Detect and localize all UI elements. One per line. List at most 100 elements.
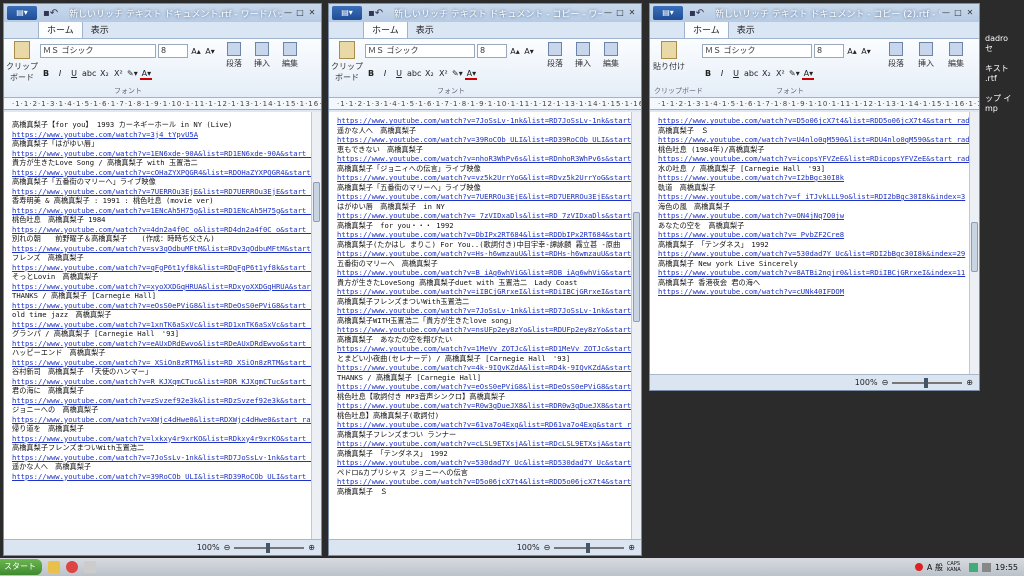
shrink-font-button[interactable]: A▾: [523, 45, 535, 58]
title-bar[interactable]: ▤▾ ▪↶ 新しいリッチ テキスト ドキュメント - コピー (2).rtf -…: [650, 4, 979, 22]
youtube-link[interactable]: https://www.youtube.com/watch?v=icopsYFV…: [658, 154, 969, 164]
maximize-icon[interactable]: □: [294, 7, 306, 19]
start-button[interactable]: スタート: [0, 559, 42, 575]
minimize-icon[interactable]: —: [940, 7, 952, 19]
youtube-link[interactable]: https://www.youtube.com/watch?v=1EN6xde-…: [12, 149, 311, 159]
zoom-in-icon[interactable]: ⊕: [966, 378, 973, 387]
strikethrough-button[interactable]: abc: [744, 67, 758, 80]
wordpad-window-2[interactable]: ▤▾ ▪↶ 新しいリッチ テキスト ドキュメント - コピー - ワードパッド …: [328, 3, 642, 556]
subscript-button[interactable]: X₂: [98, 67, 110, 80]
youtube-link[interactable]: https://www.youtube.com/watch?v=4dn2a4f0…: [12, 225, 311, 235]
vertical-scrollbar[interactable]: [311, 112, 321, 539]
youtube-link[interactable]: https://www.youtube.com/watch?v=39RoCOb_…: [12, 472, 311, 482]
zoom-slider[interactable]: [892, 377, 963, 388]
document-lines[interactable]: https://www.youtube.com/watch?v=7JoSsLv-…: [337, 116, 631, 496]
scroll-thumb[interactable]: [971, 222, 978, 272]
youtube-link[interactable]: https://www.youtube.com/watch?v=61va7o4E…: [337, 420, 631, 430]
strikethrough-button[interactable]: abc: [82, 67, 96, 80]
shrink-font-button[interactable]: A▾: [204, 45, 216, 58]
document-lines[interactable]: https://www.youtube.com/watch?v=D5o06jcX…: [658, 116, 969, 297]
close-icon[interactable]: ✕: [964, 7, 976, 19]
italic-button[interactable]: I: [716, 67, 728, 80]
italic-button[interactable]: I: [54, 67, 66, 80]
bold-button[interactable]: B: [40, 67, 52, 80]
youtube-link[interactable]: https://www.youtube.com/watch?v=iIBCjGRr…: [337, 287, 631, 297]
document-area[interactable]: https://www.youtube.com/watch?v=D5o06jcX…: [650, 112, 969, 374]
app-menu-button[interactable]: ▤▾: [7, 6, 37, 20]
font-color-icon[interactable]: A▾: [465, 67, 478, 80]
desktop-icon-labels[interactable]: dadro セ キスト .rtf ップ イ mp: [985, 34, 1012, 114]
font-size-select[interactable]: 8: [477, 44, 507, 58]
ime-indicator[interactable]: A 般: [927, 562, 943, 573]
scroll-thumb[interactable]: [313, 182, 320, 222]
vertical-scrollbar[interactable]: [969, 112, 979, 374]
paragraph-button[interactable]: 段落: [222, 42, 246, 69]
tab-view[interactable]: 表示: [729, 21, 763, 38]
youtube-link[interactable]: https://www.youtube.com/watch?v=DbIPx2RT…: [337, 230, 631, 240]
youtube-link[interactable]: https://www.youtube.com/watch?v=cOHaZYXP…: [12, 168, 311, 178]
document-area[interactable]: https://www.youtube.com/watch?v=7JoSsLv-…: [329, 112, 631, 539]
underline-button[interactable]: U: [393, 67, 405, 80]
scroll-thumb[interactable]: [633, 212, 640, 322]
bold-button[interactable]: B: [365, 67, 377, 80]
font-family-select[interactable]: ＭＳ ゴシック: [40, 44, 156, 58]
subscript-button[interactable]: X₂: [423, 67, 435, 80]
paste-button[interactable]: 貼り付け: [652, 41, 686, 72]
youtube-link[interactable]: https://www.youtube.com/watch?v=I2bBgc30…: [658, 173, 969, 183]
youtube-link[interactable]: https://www.youtube.com/watch?v=1MeVv_ZO…: [337, 344, 631, 354]
youtube-link[interactable]: https://www.youtube.com/watch?v=_PvbZF2C…: [658, 230, 969, 240]
font-size-select[interactable]: 8: [158, 44, 188, 58]
clipboard-group[interactable]: クリップボード: [6, 41, 38, 83]
chrome-icon[interactable]: [66, 561, 78, 573]
superscript-button[interactable]: X²: [437, 67, 449, 80]
clipboard-group[interactable]: クリップボード: [331, 41, 363, 83]
insert-button[interactable]: 挿入: [914, 42, 938, 69]
wordpad-window-3[interactable]: ▤▾ ▪↶ 新しいリッチ テキスト ドキュメント - コピー (2).rtf -…: [649, 3, 980, 391]
youtube-link[interactable]: https://www.youtube.com/watch?v=nsUFp2ey…: [337, 325, 631, 335]
youtube-link[interactable]: https://www.youtube.com/watch?v=530dad7Y…: [658, 249, 969, 259]
zoom-in-icon[interactable]: ⊕: [308, 543, 315, 552]
highlight-icon[interactable]: ✎▾: [126, 67, 138, 80]
font-color-icon[interactable]: A▾: [802, 67, 815, 80]
youtube-link[interactable]: https://www.youtube.com/watch?v=eAUxDRdE…: [12, 339, 311, 349]
tab-view[interactable]: 表示: [408, 21, 442, 38]
document-lines[interactable]: 高橋真梨子【for you】 1993 カーネギーホール in NY (Live…: [12, 120, 311, 481]
title-bar[interactable]: ▤▾ ▪↶ 新しいリッチ テキスト ドキュメント - コピー - ワードパッド …: [329, 4, 641, 22]
notification-icon[interactable]: [914, 563, 923, 571]
youtube-link[interactable]: https://www.youtube.com/watch?v=3j4_tYpv…: [12, 130, 311, 140]
wordpad-window-1[interactable]: ▤▾ ▪↶ 新しいリッチ テキスト ドキュメント.rtf - ワードパッド — □…: [3, 3, 322, 556]
zoom-out-icon[interactable]: ⊖: [544, 543, 551, 552]
grow-font-button[interactable]: A▴: [509, 45, 521, 58]
tab-home[interactable]: ホーム: [684, 20, 729, 38]
tab-view[interactable]: 表示: [83, 21, 117, 38]
youtube-link[interactable]: https://www.youtube.com/watch?v=1ENcAh5H…: [12, 206, 311, 216]
youtube-link[interactable]: https://www.youtube.com/watch?v=7UERROu3…: [12, 187, 311, 197]
quick-access-toolbar[interactable]: ▪↶: [43, 8, 69, 19]
vertical-scrollbar[interactable]: [631, 112, 641, 539]
grow-font-button[interactable]: A▴: [846, 45, 858, 58]
paragraph-button[interactable]: 段落: [543, 42, 567, 69]
font-family-select[interactable]: ＭＳ ゴシック: [702, 44, 812, 58]
underline-button[interactable]: U: [68, 67, 80, 80]
youtube-link[interactable]: https://www.youtube.com/watch?v=7JoSsLv-…: [337, 116, 631, 126]
superscript-button[interactable]: X²: [112, 67, 124, 80]
youtube-link[interactable]: https://www.youtube.com/watch?v=D5o06jcX…: [658, 116, 969, 126]
edit-button[interactable]: 編集: [599, 42, 623, 69]
youtube-link[interactable]: https://www.youtube.com/watch?v=1xnTK6aS…: [12, 320, 311, 330]
tab-home[interactable]: ホーム: [363, 20, 408, 38]
ruler[interactable]: ·1·1·2·1·3·1·4·1·5·1·6·1·7·1·8·1·9·1·10·…: [650, 98, 979, 110]
youtube-link[interactable]: https://www.youtube.com/watch?v=_7zVIDxa…: [337, 211, 631, 221]
subscript-button[interactable]: X₂: [760, 67, 772, 80]
insert-button[interactable]: 挿入: [571, 42, 595, 69]
youtube-link[interactable]: https://www.youtube.com/watch?v=ON4jNq7O…: [658, 211, 969, 221]
minimize-icon[interactable]: —: [602, 7, 614, 19]
zoom-out-icon[interactable]: ⊖: [882, 378, 889, 387]
app-menu-button[interactable]: ▤▾: [332, 6, 362, 20]
youtube-link[interactable]: https://www.youtube.com/watch?v=U4nlo0qM…: [658, 135, 969, 145]
superscript-button[interactable]: X²: [774, 67, 786, 80]
zoom-slider[interactable]: [234, 542, 305, 553]
minimize-icon[interactable]: —: [282, 7, 294, 19]
ruler[interactable]: ·1·1·2·1·3·1·4·1·5·1·6·1·7·1·8·1·9·1·10·…: [4, 98, 321, 110]
font-color-icon[interactable]: A▾: [140, 67, 153, 80]
youtube-link[interactable]: https://www.youtube.com/watch?v=7JoSsLv-…: [12, 453, 311, 463]
